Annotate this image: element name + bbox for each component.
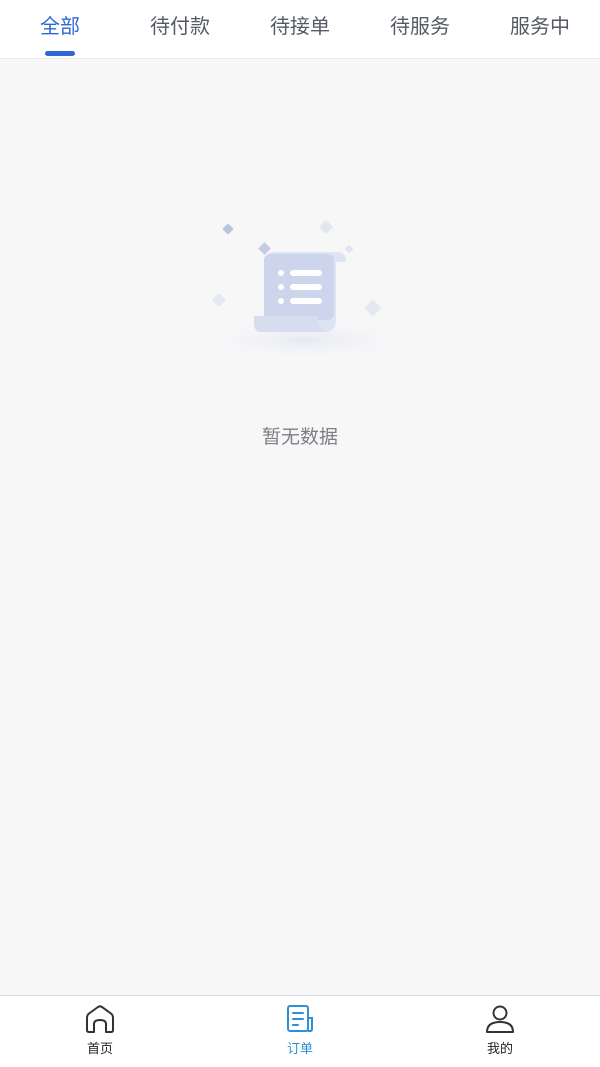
empty-state-text: 暂无数据 bbox=[261, 426, 338, 448]
nav-orders-label: 订单 bbox=[286, 1042, 313, 1057]
active-tab-indicator bbox=[45, 51, 75, 56]
order-status-tabs: 全部 待付款 待接单 待服务 服务中 bbox=[0, 0, 600, 59]
tab-pending-payment[interactable]: 待付款 bbox=[120, 0, 240, 58]
order-icon bbox=[287, 1005, 313, 1032]
tab-pending-accept[interactable]: 待接单 bbox=[240, 0, 360, 58]
nav-home-label: 首页 bbox=[86, 1042, 113, 1057]
nav-profile[interactable]: 我的 bbox=[440, 1004, 560, 1064]
bottom-navigation: 首页 订单 我的 bbox=[0, 995, 600, 1067]
nav-home[interactable]: 首页 bbox=[40, 1004, 160, 1064]
nav-profile-label: 我的 bbox=[486, 1042, 513, 1057]
tab-in-service[interactable]: 服务中 bbox=[480, 0, 600, 58]
nav-orders[interactable]: 订单 bbox=[240, 1004, 360, 1064]
user-icon bbox=[486, 1005, 514, 1033]
app-root: 全部 待付款 待接单 待服务 服务中 暂无数据 首页 订单 我的 bbox=[0, 0, 600, 1067]
document-list-icon bbox=[190, 210, 420, 362]
tab-all[interactable]: 全部 bbox=[0, 0, 120, 58]
home-icon bbox=[86, 1005, 114, 1033]
tab-pending-service[interactable]: 待服务 bbox=[360, 0, 480, 58]
